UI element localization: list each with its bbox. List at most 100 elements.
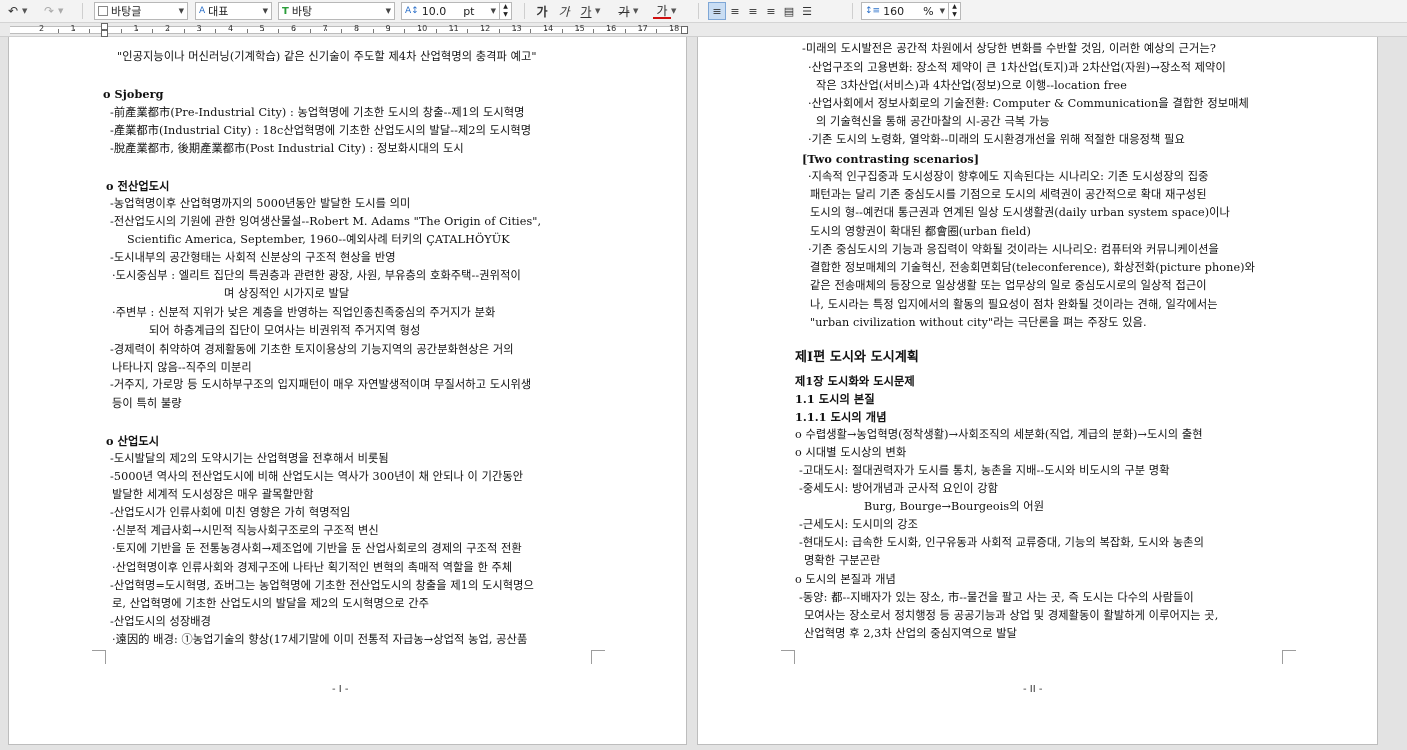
text-line: 되어 하층계급의 집단이 모여사는 비권위적 주거지역 형성 xyxy=(149,324,421,337)
text-line: 패턴과는 달리 기존 중심도시를 기점으로 도시의 세력권이 공간적으로 확대 … xyxy=(810,188,1207,201)
page-number: - II - xyxy=(1023,684,1043,695)
align-right-icon[interactable]: ≡ xyxy=(762,2,780,20)
font-size-unit: pt xyxy=(463,4,475,18)
italic-button[interactable]: 가 xyxy=(555,2,573,20)
text-line: 결합한 정보매체의 기술혁신, 전송회면회담(teleconference), … xyxy=(810,261,1256,274)
font-color-dropdown-icon[interactable]: ▼ xyxy=(671,7,676,15)
style-select[interactable]: 바탕글 ▼ xyxy=(94,2,188,20)
line-spacing-icon: ↕≡ xyxy=(865,6,881,16)
ruler-number: 1 xyxy=(70,24,76,33)
font-size-field[interactable]: A↕ 10.0 pt ▼ xyxy=(401,2,500,20)
strike-dropdown-icon[interactable]: ▼ xyxy=(633,7,638,15)
font-name-select[interactable]: T 바탕 ▼ xyxy=(278,2,395,20)
text-line: -도시발달의 제2의 도약시기는 산업혁명을 전후해서 비롯됨 xyxy=(110,452,389,465)
chevron-down-icon: ▼ xyxy=(490,7,496,15)
text-line: 모여사는 장소로서 정치행정 등 공공기능과 상업 및 경제활동이 활발하게 이… xyxy=(804,609,1219,622)
text-line: 작은 3차산업(서비스)과 4차산업(정보)으로 이행--location fr… xyxy=(816,79,1127,92)
ruler-number: 3 xyxy=(196,24,202,33)
ruler-number: 1 xyxy=(133,24,139,33)
ruler-tick xyxy=(215,29,217,33)
underline-dropdown-icon[interactable]: ▼ xyxy=(595,7,600,15)
text-line: 제Ⅰ편 도시와 도시계획 xyxy=(795,350,919,365)
ruler-tick xyxy=(404,29,406,33)
ruler-number: 4 xyxy=(228,24,234,33)
ruler-tick xyxy=(152,29,154,33)
text-line: -미래의 도시발전은 공간적 차원에서 상당한 변화를 수반할 것임, 이러한 … xyxy=(802,42,1216,55)
ruler-tick xyxy=(278,29,280,33)
ruler-number: 11 xyxy=(448,24,459,33)
text-line: -5000년 역사의 전산업도시에 비해 산업도시는 역사가 300년이 채 안… xyxy=(110,470,524,483)
font-language-select[interactable]: A 대표 ▼ xyxy=(195,2,272,20)
horizontal-ruler[interactable]: 2 1 1 2 3 4 5 6 7 8 9 10 11 12 13 14 15 16 17 18 xyxy=(0,23,1407,37)
undo-button[interactable]: ↶ ▼ xyxy=(4,2,27,20)
text-line: [Two contrasting scenarios] xyxy=(802,152,980,166)
underline-button[interactable]: 가 xyxy=(577,2,595,20)
text-line: -산업도시가 인류사회에 미친 영향은 가히 혁명적임 xyxy=(110,506,351,519)
text-line: ·산업구조의 고용변화: 장소적 제약이 큰 1차산업(토지)과 2차산업(자원… xyxy=(808,61,1226,74)
ruler-number: 8 xyxy=(354,24,360,33)
right-margin-marker[interactable] xyxy=(681,26,688,34)
text-line: -도시내부의 공간형태는 사회적 신분상의 구조적 현상을 반영 xyxy=(110,251,396,264)
page-number: - I - xyxy=(332,684,349,695)
left-margin-marker[interactable] xyxy=(101,30,108,37)
text-line: -脫產業都市, 後期產業都市(Post Industrial City) : 정… xyxy=(110,142,464,155)
align-left-icon[interactable]: ≡ xyxy=(726,2,744,20)
bold-button[interactable]: 가 xyxy=(533,2,551,20)
text-line: 명확한 구분곤란 xyxy=(804,554,881,567)
ruler-number: 10 xyxy=(417,24,428,33)
page-corner-mark xyxy=(1282,650,1296,664)
text-line: ·신분적 계급사회→시민적 직능사회구조로의 구조적 변신 xyxy=(112,524,379,537)
ruler-tick xyxy=(120,29,122,33)
text-line: ·산업혁명이후 인류사회와 경제구조에 나타난 획기적인 변혁의 촉매적 역할을… xyxy=(112,561,513,574)
text-line: 의 기술혁신을 통해 공간마찰의 시-공간 극복 가능 xyxy=(816,115,1050,128)
font-size-stepper[interactable]: ▲ ▼ xyxy=(500,2,512,20)
text-line: 며 상징적인 시가지로 발달 xyxy=(224,287,350,300)
text-line: 산업혁명 후 2,3차 산업의 중심지역으로 발달 xyxy=(804,627,1018,640)
text-line: 도시의 형--예컨대 통근권과 연계된 일상 도시생활권(daily urban… xyxy=(810,206,1230,219)
text-line: -전산업도시의 기원에 관한 잉여생산물설--Robert M. Adams "… xyxy=(110,215,542,228)
text-line: -고대도시: 절대권력자가 도시를 통치, 농촌을 지배--도시와 비도시의 구… xyxy=(799,464,1170,477)
strikethrough-button[interactable]: 가 xyxy=(615,2,633,20)
ruler-tick xyxy=(498,29,500,33)
text-line: 등이 특히 불량 xyxy=(112,397,182,410)
line-spacing-stepper[interactable]: ▲ ▼ xyxy=(949,2,961,20)
text-line: o 산업도시 xyxy=(106,434,160,448)
text-line: 1.1.1 도시의 개념 xyxy=(795,410,887,424)
separator xyxy=(524,3,525,19)
redo-dropdown-icon[interactable]: ▼ xyxy=(58,7,63,15)
ruler-number: 2 xyxy=(165,24,171,33)
redo-button[interactable]: ↷ ▼ xyxy=(40,2,63,20)
text-line: 도시의 영향권이 확대된 都會圈(urban field) xyxy=(810,225,1032,238)
line-spacing-field[interactable]: ↕≡ 160 % ▼ xyxy=(861,2,949,20)
ruler-tick xyxy=(561,29,563,33)
line-spacing-unit: % xyxy=(923,4,934,18)
chevron-down-icon: ▼ xyxy=(385,7,391,15)
divide-align-icon[interactable]: ☰ xyxy=(798,2,816,20)
ruler-number: 16 xyxy=(606,24,617,33)
text-line: 로, 산업혁명에 기초한 산업도시의 발달을 제2의 도시혁명으로 간주 xyxy=(112,597,430,610)
ruler-number: 2 xyxy=(39,24,45,33)
distribute-align-icon[interactable]: ▤ xyxy=(780,2,798,20)
ruler-tick xyxy=(105,29,106,31)
ruler-number: 12 xyxy=(480,24,491,33)
text-line: 같은 전송매체의 등장으로 일상생활 또는 업무상의 일로 중심도시로의 일상적… xyxy=(810,279,1207,292)
ruler-tick xyxy=(624,29,626,33)
ruler-tick xyxy=(656,29,658,33)
page-corner-mark xyxy=(92,650,106,664)
undo-dropdown-icon[interactable]: ▼ xyxy=(22,7,27,15)
text-line: ·주변부 : 신분적 지위가 낮은 계층을 반영하는 직업인종친족중심의 주거지… xyxy=(112,306,496,319)
ruler-tick xyxy=(341,29,343,33)
ruler-number: 5 xyxy=(259,24,265,33)
text-line: ·산업사회에서 정보사회로의 기술전환: Computer & Communic… xyxy=(808,97,1249,110)
chevron-down-icon: ▼ xyxy=(262,7,268,15)
text-line: o 전산업도시 xyxy=(106,179,170,193)
text-line: "인공지능이나 머신러닝(기계학습) 같은 신기술이 주도할 제4차 산업혁명의… xyxy=(117,50,537,63)
font-size-value: 10.0 xyxy=(421,4,447,18)
font-color-button[interactable]: 가 xyxy=(653,4,671,19)
document-page-1[interactable]: - I - "인공지능이나 머신러닝(기계학습) 같은 신기술이 주도할 제4차… xyxy=(8,37,687,745)
justify-align-icon[interactable]: ≡ xyxy=(708,2,726,20)
document-page-2[interactable]: - II - -미래의 도시발전은 공간적 차원에서 상당한 변화를 수반할 것… xyxy=(697,37,1378,745)
text-line: -농업혁명이후 산업혁명까지의 5000년동안 발달한 도시를 의미 xyxy=(110,197,411,210)
align-center-icon[interactable]: ≡ xyxy=(744,2,762,20)
text-line: 발달한 세계적 도시성장은 매우 괄목할만함 xyxy=(112,488,314,501)
